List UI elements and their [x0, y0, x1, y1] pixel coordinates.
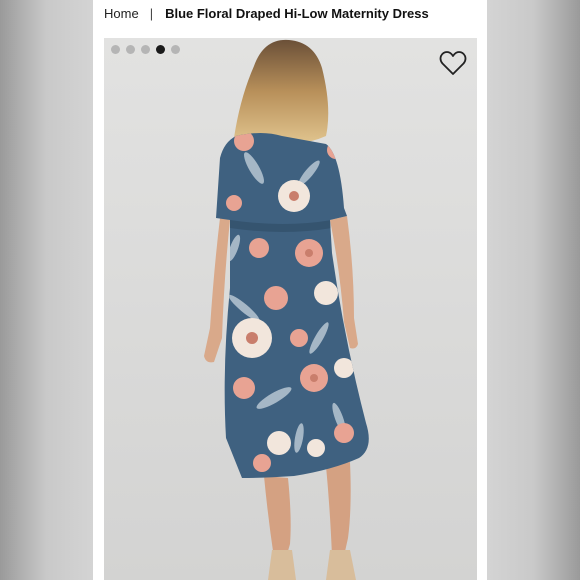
product-image-gallery[interactable]: [104, 38, 477, 580]
carousel-dot-3[interactable]: [141, 45, 150, 54]
carousel-dot-2[interactable]: [126, 45, 135, 54]
heart-outline-icon[interactable]: [439, 50, 467, 76]
carousel-dot-1[interactable]: [111, 45, 120, 54]
carousel-dots: [111, 45, 180, 54]
product-page: Home | Blue Floral Draped Hi-Low Materni…: [93, 0, 487, 580]
breadcrumb-separator: |: [149, 5, 154, 21]
breadcrumb-current-product: Blue Floral Draped Hi-Low Maternity Dres…: [165, 5, 429, 21]
carousel-dot-4-active[interactable]: [156, 45, 165, 54]
breadcrumb-home-link[interactable]: Home: [104, 6, 139, 21]
breadcrumb: Home | Blue Floral Draped Hi-Low Materni…: [104, 4, 429, 22]
product-photo: [104, 38, 477, 580]
left-sandal: [268, 550, 296, 580]
carousel-dot-5[interactable]: [171, 45, 180, 54]
